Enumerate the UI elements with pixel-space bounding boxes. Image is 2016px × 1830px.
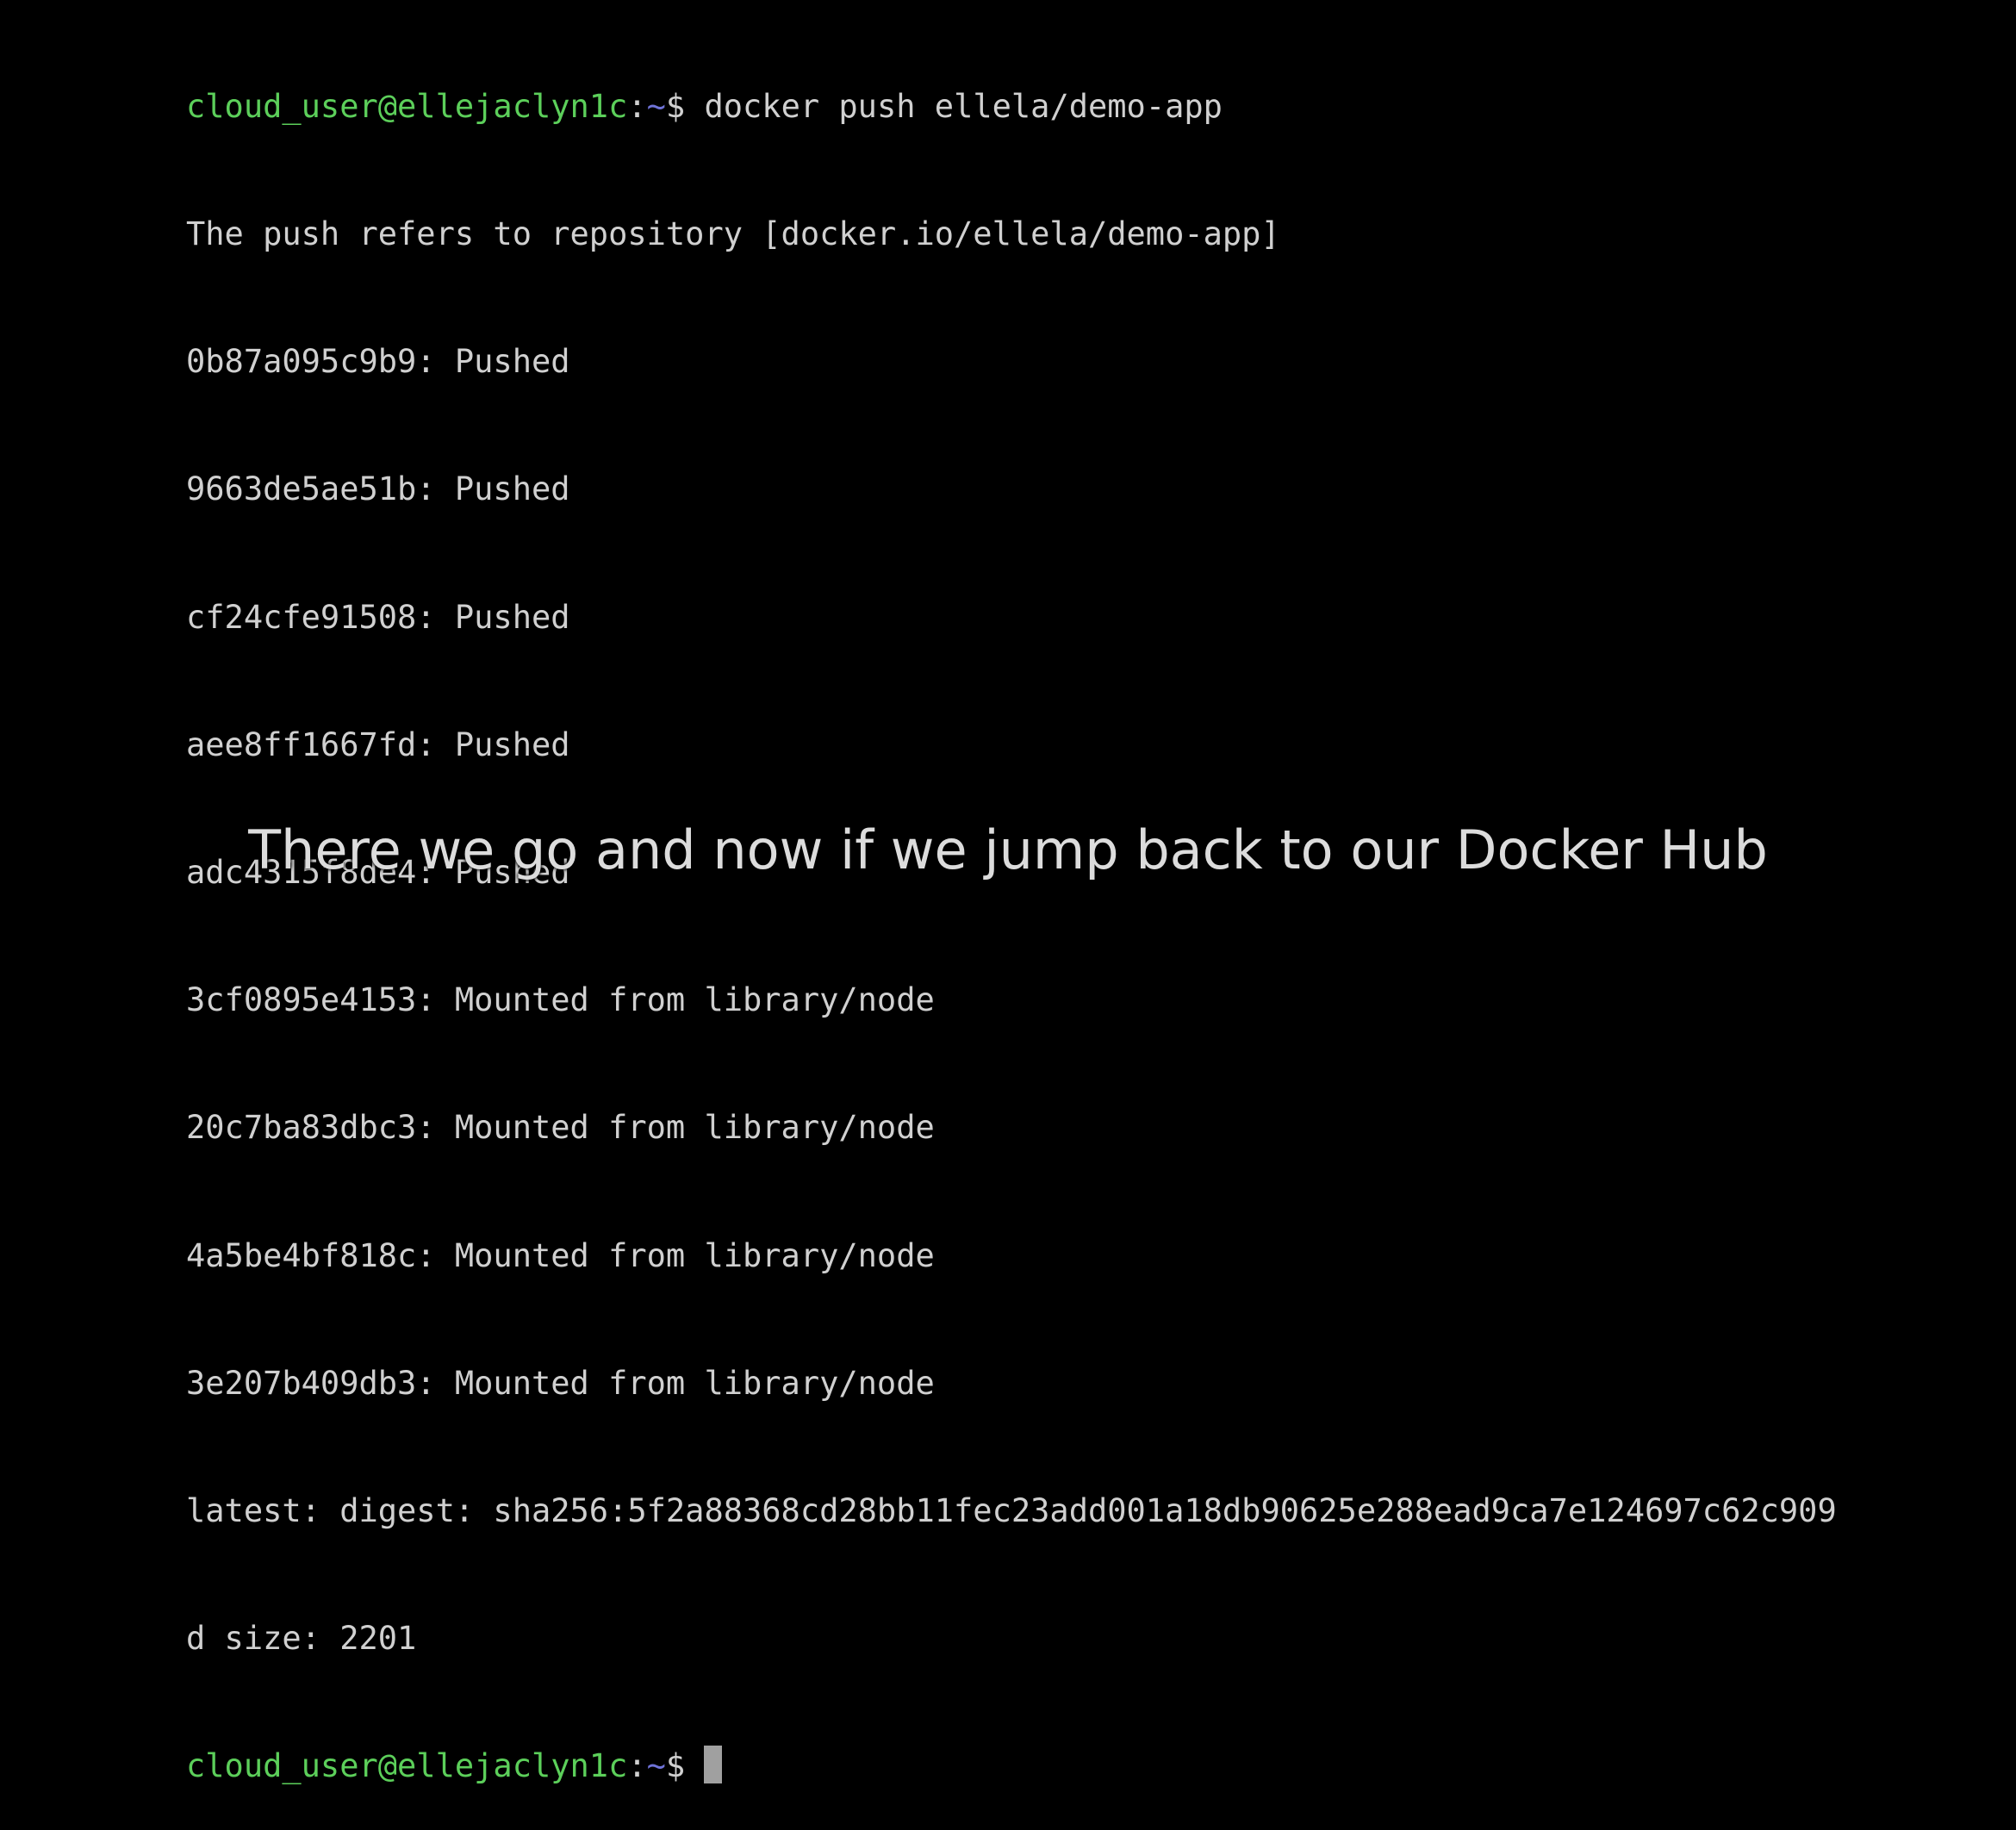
output-line: d size: 2201 — [186, 1620, 417, 1658]
output-line: 20c7ba83dbc3: Mounted from library/node — [186, 1109, 935, 1147]
output-line: 0b87a095c9b9: Pushed — [186, 343, 570, 381]
output-line: aee8ff1667fd: Pushed — [186, 725, 570, 763]
output-line: latest: digest: sha256:5f2a88368cd28bb11… — [186, 1492, 1837, 1530]
active-prompt-line[interactable]: cloud_user@ellejaclyn1c:~$ — [186, 1745, 1995, 1787]
command-text: docker push ellela/demo-app — [685, 87, 1223, 125]
prompt-path: ~ — [646, 1747, 666, 1785]
output-line: 9663de5ae51b: Pushed — [186, 470, 570, 508]
prompt-separator: : — [627, 87, 647, 125]
output-line: 4a5be4bf818c: Mounted from library/node — [186, 1236, 935, 1274]
output-line: 3cf0895e4153: Mounted from library/node — [186, 981, 935, 1019]
video-caption: There we go and now if we jump back to o… — [248, 819, 1768, 881]
prompt-symbol: $ — [665, 87, 686, 125]
prompt-symbol: $ — [665, 1747, 686, 1785]
prompt-user-host: cloud_user@ellejaclyn1c — [186, 1747, 628, 1785]
output-line: cf24cfe91508: Pushed — [186, 598, 570, 636]
prompt-user-host: cloud_user@ellejaclyn1c — [186, 87, 628, 125]
terminal-cursor — [704, 1746, 723, 1784]
prompt-separator: : — [627, 1747, 647, 1785]
output-line: 3e207b409db3: Mounted from library/node — [186, 1364, 935, 1402]
terminal-window[interactable]: cloud_user@ellejaclyn1c:~$ docker push e… — [186, 0, 1995, 1830]
command-line: cloud_user@ellejaclyn1c:~$ docker push e… — [186, 85, 1995, 128]
output-line: The push refers to repository [docker.io… — [186, 215, 1280, 253]
prompt-path: ~ — [646, 87, 666, 125]
